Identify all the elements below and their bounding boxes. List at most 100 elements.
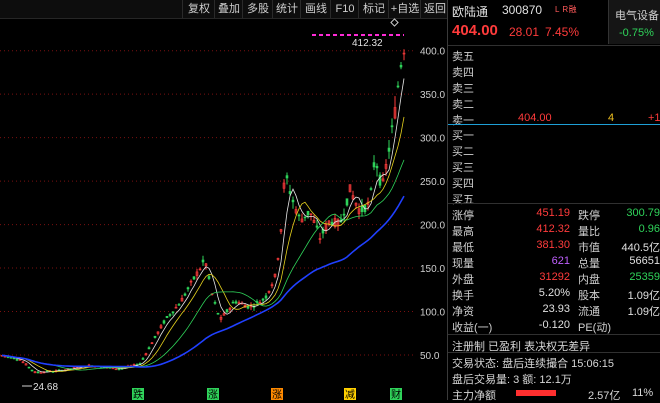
stat-value: 621 xyxy=(551,255,570,267)
candle-body xyxy=(303,216,307,219)
low-price-label: 24.68 xyxy=(33,382,58,393)
stat-value: 451.19 xyxy=(536,207,570,219)
statistics-button[interactable]: 统计 xyxy=(272,0,301,18)
stat-value: 1.09亿 xyxy=(627,306,660,318)
y-axis-tick-label: 250.0 xyxy=(420,177,445,188)
candle-body xyxy=(183,293,187,296)
restore-rights-button[interactable]: 复权 xyxy=(182,0,215,18)
quote-panel: 欧陆通 300870 L R融 404.00 28.01 7.45% 电气设备 … xyxy=(448,0,660,402)
candle-body xyxy=(387,147,391,152)
chart-toolbar: 复权 叠加 多股 统计 画线 F10 标记 +自选 返回 xyxy=(0,0,448,19)
mark-button[interactable]: 标记 xyxy=(358,0,389,18)
stat-label: 收益(一) xyxy=(452,322,493,334)
candle-body xyxy=(399,64,403,68)
divider xyxy=(448,45,660,46)
candle-body xyxy=(369,188,373,190)
stat-label: 最低 xyxy=(452,242,474,254)
candle-body xyxy=(186,287,190,290)
ask-level-label: 卖四 xyxy=(452,67,474,79)
bid-level-label: 买三 xyxy=(452,162,474,174)
candle-body xyxy=(147,347,151,350)
stat-value: -0.120 xyxy=(538,319,570,331)
ma-short-line xyxy=(1,78,405,373)
candle-body xyxy=(291,199,295,203)
ask-volume: 4 xyxy=(608,112,615,124)
stat-label: 外盘 xyxy=(452,274,474,286)
stat-label: 量比 xyxy=(578,226,600,238)
event-marker-label: 财 xyxy=(391,388,401,400)
overlay-button[interactable]: 叠加 xyxy=(214,0,243,18)
add-watchlist-button[interactable]: +自选 xyxy=(388,0,421,18)
candle-body xyxy=(390,125,394,128)
ask-level-label: 卖五 xyxy=(452,51,474,63)
price-change-pct: 7.45% xyxy=(545,25,580,39)
divider xyxy=(448,334,660,335)
y-axis-tick-label: 350.0 xyxy=(420,90,445,101)
stat-value: 1.09亿 xyxy=(627,290,660,302)
stat-label: 现量 xyxy=(452,258,474,270)
candle-body xyxy=(192,276,196,280)
candle-body xyxy=(213,302,217,304)
stat-label: 最高 xyxy=(452,226,474,238)
stat-value: 56651 xyxy=(629,255,660,267)
ask-level-label: 卖一 xyxy=(452,115,474,127)
multi-stock-button[interactable]: 多股 xyxy=(242,0,273,18)
candle-body xyxy=(396,85,400,88)
main-flow-bar xyxy=(516,390,556,396)
sector-change: -0.75% xyxy=(619,27,654,39)
ma-mid-line xyxy=(1,116,405,372)
stat-label: 流通 xyxy=(578,306,600,318)
candle-body xyxy=(345,198,349,206)
bid-level-label: 买五 xyxy=(452,194,474,206)
candle-body xyxy=(165,316,169,318)
stat-label: 涨停 xyxy=(452,210,474,222)
stat-value: 0.96 xyxy=(638,223,660,235)
candle-body xyxy=(315,225,319,228)
f10-button[interactable]: F10 xyxy=(330,0,359,18)
main-flow-value: 2.57亿 xyxy=(588,390,621,402)
stat-label: 股本 xyxy=(578,290,600,302)
current-price: 404.00 xyxy=(452,22,498,39)
candle-body xyxy=(141,358,145,360)
ask-price: 404.00 xyxy=(518,112,552,124)
candle-body xyxy=(234,301,238,304)
candle-body xyxy=(30,369,34,372)
candle-body xyxy=(36,371,40,374)
y-axis-tick-label: 400.0 xyxy=(420,47,445,58)
stat-value: 23.93 xyxy=(542,303,570,315)
kline-chart[interactable]: 400.0 350.0 300.0 250.0 200.0 150.0 100.0 50.0 4… xyxy=(0,18,448,400)
ask-level-label: 卖二 xyxy=(452,99,474,111)
candle-body xyxy=(216,312,220,315)
stat-label: 内盘 xyxy=(578,274,600,286)
main-flow-pct: 11% xyxy=(632,387,654,399)
candle-body xyxy=(360,205,364,212)
draw-line-button[interactable]: 画线 xyxy=(300,0,331,18)
sector-name: 电气设备 xyxy=(615,10,659,22)
stat-label: 总量 xyxy=(578,258,600,270)
divider xyxy=(448,352,660,353)
candle-body xyxy=(264,295,268,299)
order-book-divider xyxy=(448,124,660,125)
y-axis-tick-label: 150.0 xyxy=(420,264,445,275)
candle-body xyxy=(288,191,292,194)
candle-body xyxy=(177,304,181,306)
trading-status: 交易状态: 盘后连续撮合 15:06:15 xyxy=(452,358,614,370)
candle-body xyxy=(171,311,175,314)
stat-value: 25359 xyxy=(629,271,660,283)
stat-label: PE(动) xyxy=(578,322,611,334)
stock-flags: L R融 xyxy=(555,5,578,14)
candle-body xyxy=(297,214,301,217)
ask-delta: +1 xyxy=(648,112,660,124)
back-button[interactable]: 返回 xyxy=(420,0,449,18)
stock-name: 欧陆通 xyxy=(452,5,489,19)
candle-body xyxy=(285,175,289,179)
candle-body xyxy=(117,368,121,371)
stat-label: 换手 xyxy=(452,290,474,302)
stat-value: 440.5亿 xyxy=(621,242,660,254)
sector-box[interactable]: 电气设备 -0.75% xyxy=(608,0,660,44)
diamond-marker-icon xyxy=(390,18,399,27)
candle-body xyxy=(261,298,265,301)
stock-code: 300870 xyxy=(502,3,543,17)
y-axis-tick-label: 100.0 xyxy=(420,308,445,319)
candle-body xyxy=(162,320,166,324)
